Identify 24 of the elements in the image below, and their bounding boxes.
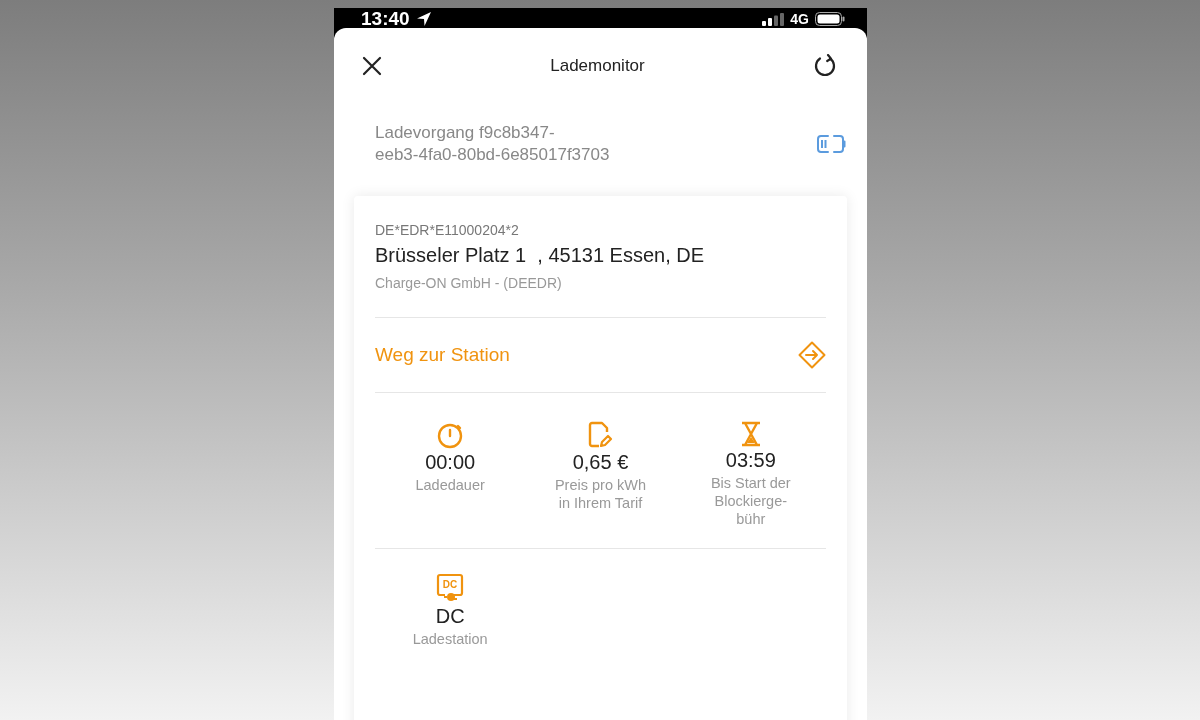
stat-label: Ladestation — [412, 630, 488, 648]
location-arrow-icon — [415, 11, 432, 27]
close-button[interactable] — [360, 54, 384, 78]
stat-label: Ladedauer — [415, 476, 485, 494]
evse-id: DE*EDR*E11000204*2 — [375, 222, 520, 238]
route-link[interactable]: Weg zur Station — [375, 344, 510, 366]
status-time: 13:40 — [361, 8, 410, 30]
stat-value: 0,65 € — [572, 451, 629, 474]
charging-battery-icon — [817, 134, 847, 154]
stat-value: 03:59 — [725, 449, 776, 472]
session-id: Ladevorgang f9c8b347- eeb3-4fa0-80bd-6e85017f3703 — [375, 122, 610, 166]
document-edit-icon — [587, 421, 614, 449]
stat-value: DC — [435, 605, 465, 628]
station-address: Brüsseler Platz 1 , 45131 Essen, DE — [375, 244, 706, 267]
hourglass-icon — [739, 421, 762, 447]
signal-icon — [762, 12, 785, 26]
stopwatch-icon — [436, 421, 465, 449]
battery-icon — [815, 12, 845, 26]
stat-value: 00:00 — [425, 451, 476, 474]
stat-label: Preis pro kWh in Ihrem Tarif — [554, 476, 646, 512]
screen-title: Lademonitor — [550, 56, 645, 76]
operator-name: Charge-ON GmbH - (DEEDR) — [375, 275, 563, 291]
network-type: 4G — [790, 11, 809, 27]
stat-label: Bis Start der Blockierge- bühr — [710, 474, 791, 528]
